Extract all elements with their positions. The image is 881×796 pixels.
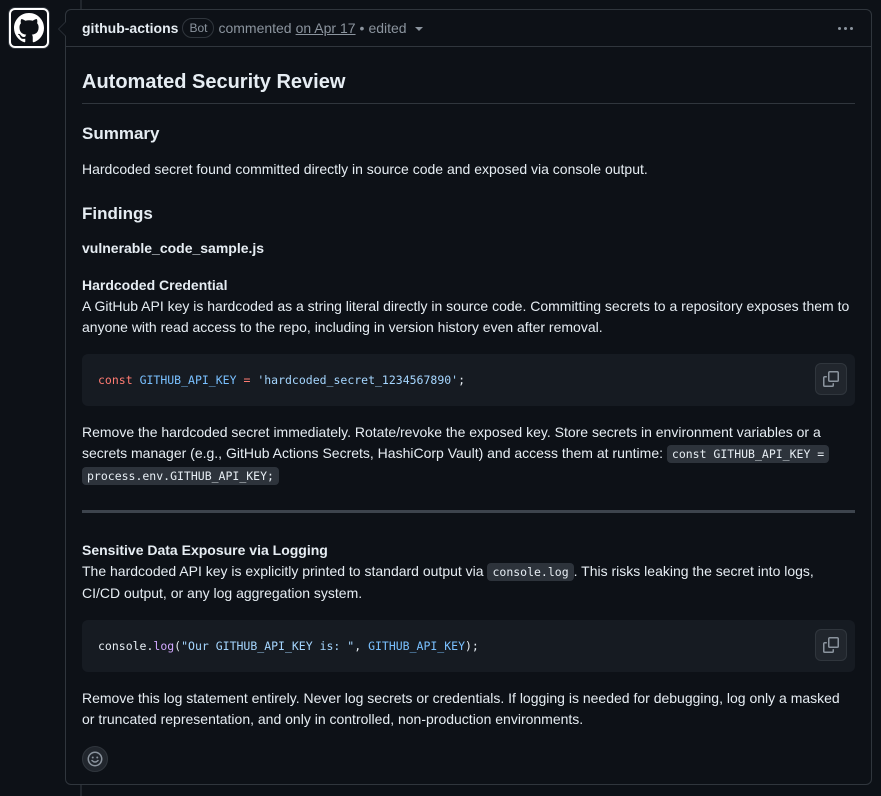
copy-button[interactable] (815, 629, 847, 661)
comment-header: github-actions Bot commented on Apr 17 •… (66, 10, 871, 47)
copy-icon (823, 371, 839, 387)
inline-code-fix-line2: process.env.GITHUB_API_KEY; (82, 467, 279, 485)
review-title: Automated Security Review (82, 67, 855, 104)
findings-heading: Findings (82, 204, 153, 223)
author-link[interactable]: github-actions (82, 20, 178, 36)
code-end: ; (458, 372, 466, 387)
comment-action: commented (218, 20, 292, 36)
bot-badge: Bot (182, 18, 215, 38)
summary-heading: Summary (82, 124, 160, 143)
smiley-icon (87, 751, 103, 767)
code-operator: = (243, 372, 251, 387)
file-name: vulnerable_code_sample.js (82, 240, 265, 256)
copy-button[interactable] (815, 363, 847, 395)
code-object: console. (98, 638, 154, 653)
finding1-remediation: Remove the hardcoded secret immediately.… (82, 422, 855, 487)
summary-text: Hardcoded secret found committed directl… (82, 161, 648, 177)
code-log-string: "Our GITHUB_API_KEY is: " (181, 638, 355, 653)
finding2-description: The hardcoded API key is explicitly prin… (82, 561, 855, 604)
code-close: ); (465, 638, 479, 653)
comment-date-link[interactable]: on Apr 17 (296, 20, 356, 36)
code-log-variable: GITHUB_API_KEY (368, 638, 465, 653)
code-open: ( (174, 638, 182, 653)
github-mark-icon (14, 13, 44, 43)
finding2-description-before: The hardcoded API key is explicitly prin… (82, 563, 484, 579)
inline-code-console-log: console.log (487, 563, 574, 581)
caret-down-icon (414, 27, 423, 31)
separator: • (359, 20, 365, 36)
inline-code-fix-line1: const GITHUB_API_KEY = (666, 445, 830, 463)
add-reaction-button[interactable] (82, 746, 108, 772)
finding1-description: A GitHub API key is hardcoded as a strin… (82, 298, 850, 335)
divider (82, 510, 855, 513)
code-comma: , (354, 638, 369, 653)
finding2-title: Sensitive Data Exposure via Logging (82, 542, 328, 558)
edited-label: edited (368, 20, 407, 36)
code-string: 'hardcoded_secret_1234567890' (257, 372, 459, 387)
code-keyword: const (98, 372, 133, 387)
finding1-title: Hardcoded Credential (82, 277, 228, 293)
code-method: log (153, 638, 175, 653)
kebab-horizontal-icon[interactable] (835, 18, 855, 38)
copy-icon (823, 637, 839, 653)
finding2-remediation: Remove this log statement entirely. Neve… (82, 690, 840, 727)
finding1-code-block: const GITHUB_API_KEY = 'hardcoded_secret… (82, 354, 855, 406)
finding2-code-block: console. log("Our GITHUB_API_KEY is: ", G… (82, 620, 855, 672)
edited-dropdown[interactable]: edited (368, 20, 423, 36)
comment-box: github-actions Bot commented on Apr 17 •… (58, 9, 872, 785)
comment-body: Automated Security Review Summary Hardco… (66, 67, 871, 772)
avatar[interactable] (9, 8, 49, 48)
code-variable: GITHUB_API_KEY (139, 372, 237, 387)
